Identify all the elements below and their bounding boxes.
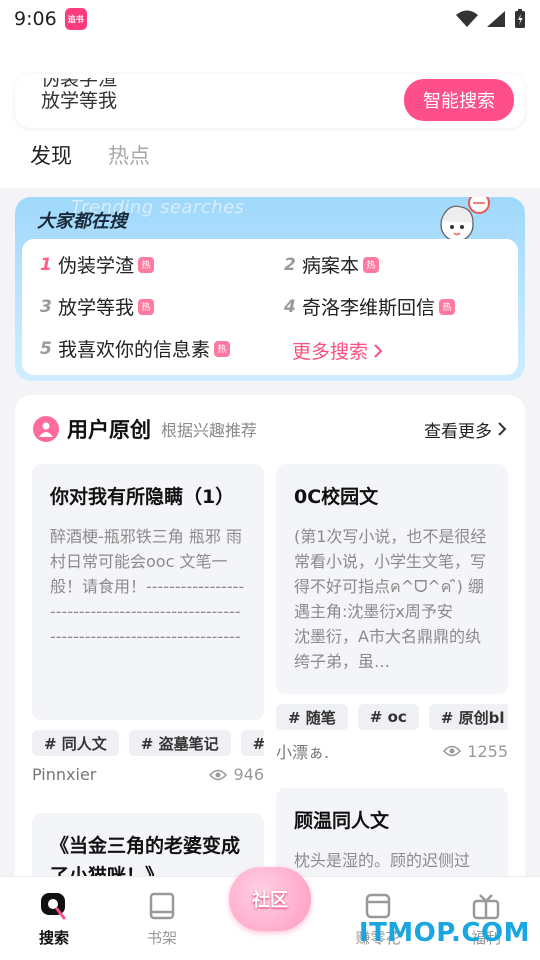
battery-icon: [515, 9, 525, 28]
book-author: Pinnxier: [32, 765, 97, 784]
section-subtitle: 根据兴趣推荐: [161, 421, 258, 440]
nav-community[interactable]: 社区: [229, 867, 311, 931]
mascot-icon: [440, 197, 490, 242]
trending-item-title: 奇洛李维斯回信: [302, 297, 436, 319]
section-title: 用户原创: [67, 418, 151, 442]
gift-icon: [472, 894, 500, 920]
trending-item[interactable]: 3 放学等我 热: [40, 293, 155, 320]
view-more-label: 查看更多: [424, 421, 492, 442]
hot-badge-icon: 热: [138, 298, 155, 315]
watermark-logo: ITMOP.COM: [358, 918, 530, 948]
tag-chip[interactable]: # 同人文: [32, 730, 119, 756]
tag-chip[interactable]: # oc: [357, 704, 419, 730]
tag-chip[interactable]: # 原创bl: [428, 704, 508, 730]
trending-item[interactable]: 4 奇洛李维斯回信 热: [284, 293, 456, 320]
more-searches-label: 更多搜索: [292, 341, 369, 363]
search-hint: 放学等我: [41, 90, 118, 112]
book-description: (第1次写小说，也不是很经常看小说，小学生文笔，写得不好可指点ค^ᗜ^ค ̑̑)…: [294, 527, 487, 671]
trending-rank: 4: [284, 296, 296, 317]
book-tags: # 随笔 # oc # 原创bl: [276, 704, 508, 730]
view-count: 1255: [443, 742, 508, 761]
chevron-right-icon: [374, 343, 383, 358]
wifi-icon: [456, 10, 478, 27]
community-icon: 社区: [252, 890, 288, 911]
trending-item-title: 病案本: [302, 255, 360, 277]
tag-chip[interactable]: # 盗墓笔记: [128, 730, 231, 756]
status-time: 9:06: [14, 8, 57, 30]
trending-item[interactable]: 5 我喜欢你的信息素 热: [40, 335, 231, 362]
nav-search[interactable]: 搜索: [24, 891, 84, 948]
trending-title: 大家都在搜: [37, 211, 127, 232]
view-count-value: 946: [233, 765, 264, 784]
hot-badge-icon: 热: [138, 256, 155, 273]
view-more-link[interactable]: 查看更多: [424, 417, 507, 442]
trending-list: 1 伪装学渣 热 2 病案本 热 3 放学等我 热 4 奇洛李维斯回信 热 5 …: [22, 239, 518, 375]
nav-label: 搜索: [38, 929, 69, 947]
trending-rank: 5: [40, 338, 52, 359]
book-tags: # 同人文 # 盗墓笔记 # 瓶: [32, 730, 264, 756]
bookshelf-icon: [149, 892, 175, 920]
status-icons: [456, 9, 526, 29]
book-card[interactable]: 你对我有所隐瞒（1） 醉酒梗-瓶邪铁三角 瓶邪 雨村日常可能会ooc 文笔一般！…: [32, 464, 264, 720]
discover-tabs: 发现 热点: [30, 140, 150, 170]
view-count-value: 1255: [467, 741, 508, 761]
tab-discover[interactable]: 发现: [30, 140, 72, 170]
book-title: 顾温同人文: [294, 810, 390, 832]
hot-badge-icon: 热: [214, 340, 231, 357]
eye-icon: [209, 769, 228, 780]
chevron-right-icon: [498, 422, 507, 436]
trending-item[interactable]: 1 伪装学渣 热: [40, 251, 155, 278]
app-badge-icon: 追书: [64, 8, 87, 30]
user-icon: [33, 416, 59, 442]
tab-hot[interactable]: 热点: [108, 140, 150, 170]
trending-rank: 3: [40, 296, 52, 317]
book-meta: 小漂ぁ. 1255: [276, 739, 508, 763]
search-bar[interactable]: 伪装学渣 放学等我 智能搜索: [15, 74, 525, 128]
nav-bookshelf[interactable]: 书架: [132, 891, 192, 948]
search-hint-rotator[interactable]: 伪装学渣 放学等我: [41, 78, 401, 124]
trending-item[interactable]: 2 病案本 热: [284, 251, 380, 278]
hot-badge-icon: 热: [363, 256, 380, 273]
book-author: 小漂ぁ.: [276, 743, 330, 762]
book-title: 你对我有所隐瞒（1）: [50, 486, 235, 508]
search-icon: [41, 893, 66, 920]
trending-rank: 1: [40, 254, 52, 275]
book-description: 枕头是湿的。顾的迟侧过: [294, 851, 471, 870]
book-title: 0C校园文: [294, 486, 379, 508]
tag-chip[interactable]: # 随笔: [276, 704, 348, 730]
trending-item-title: 放学等我: [58, 297, 135, 319]
book-card[interactable]: 0C校园文 (第1次写小说，也不是很经常看小说，小学生文笔，写得不好可指点ค^ᗜ…: [276, 464, 508, 694]
more-searches-link[interactable]: 更多搜索: [292, 337, 383, 364]
book-description: 醉酒梗-瓶邪铁三角 瓶邪 雨村日常可能会ooc 文笔一般！请食用！-------…: [50, 527, 245, 646]
tag-chip[interactable]: # 瓶: [240, 730, 264, 756]
smart-search-button[interactable]: 智能搜索: [404, 79, 514, 121]
book-meta: Pinnxier 946: [32, 765, 264, 784]
wallet-icon: [365, 893, 391, 919]
search-hint: 伪装学渣: [41, 78, 118, 90]
signal-icon: [487, 11, 505, 27]
trending-rank: 2: [284, 254, 296, 275]
view-count: 946: [209, 765, 264, 784]
section-header: 用户原创 根据兴趣推荐 查看更多: [33, 413, 507, 445]
status-bar: 9:06 追书: [0, 0, 540, 38]
eye-icon: [443, 745, 462, 757]
hot-badge-icon: 热: [439, 298, 456, 315]
trending-item-title: 我喜欢你的信息素: [58, 339, 211, 361]
trending-item-title: 伪装学渣: [58, 255, 135, 277]
nav-label: 书架: [146, 929, 177, 947]
trending-card: Trending searches 大家都在搜 1 伪装学渣 热 2 病案本 热…: [15, 197, 525, 381]
